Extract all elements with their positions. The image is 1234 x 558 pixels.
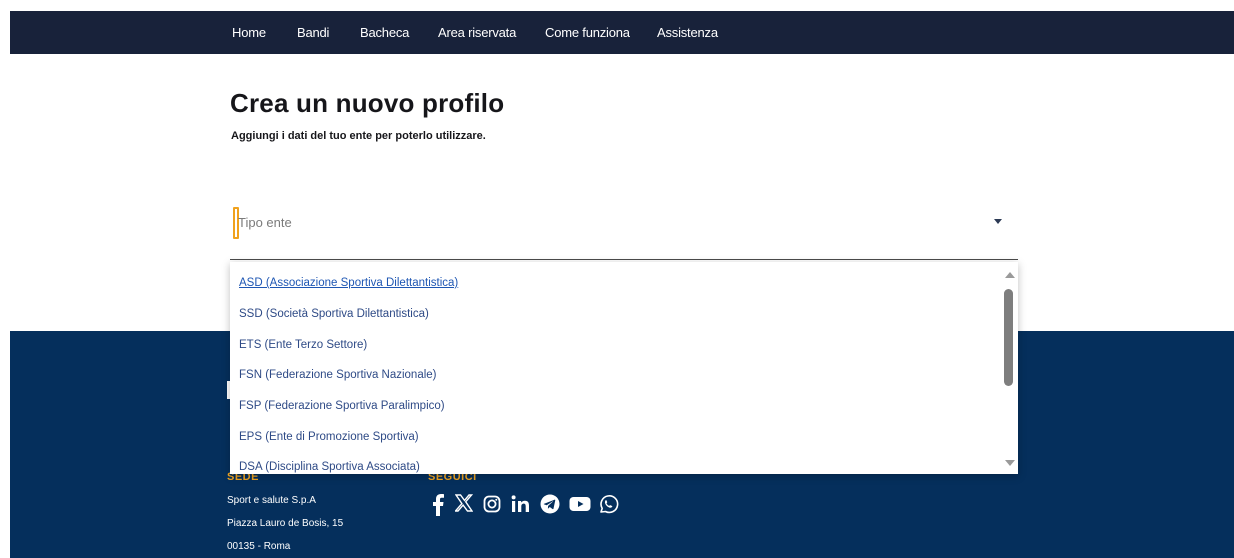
page-subtitle: Aggiungi i dati del tuo ente per poterlo…: [231, 130, 486, 142]
scroll-down-arrow-icon[interactable]: [1005, 460, 1015, 466]
tipo-ente-select[interactable]: Tipo ente: [230, 200, 1018, 260]
scrollbar-thumb[interactable]: [1004, 289, 1013, 386]
whatsapp-icon[interactable]: [598, 494, 619, 518]
x-icon[interactable]: [455, 494, 473, 518]
nav-item-home[interactable]: Home: [232, 11, 266, 54]
option-asd[interactable]: ASD (Associazione Sportiva Dilettantisti…: [239, 277, 458, 289]
option-ets[interactable]: ETS (Ente Terzo Settore): [239, 339, 367, 351]
telegram-icon[interactable]: [540, 494, 560, 518]
linkedin-icon[interactable]: [511, 494, 533, 518]
option-fsn[interactable]: FSN (Federazione Sportiva Nazionale): [239, 369, 437, 381]
nav-item-come-funziona[interactable]: Come funziona: [545, 11, 630, 54]
scroll-up-arrow-icon[interactable]: [1005, 272, 1015, 278]
nav-item-area-riservata[interactable]: Area riservata: [438, 11, 516, 54]
youtube-icon[interactable]: [569, 494, 591, 518]
nav-item-bacheca[interactable]: Bacheca: [360, 11, 409, 54]
nav-item-bandi[interactable]: Bandi: [297, 11, 329, 54]
footer-address-company: Sport e salute S.p.A: [227, 495, 316, 506]
footer-address-street: Piazza Lauro de Bosis, 15: [227, 518, 344, 529]
footer-address-city: 00135 - Roma: [227, 541, 291, 552]
option-ssd[interactable]: SSD (Società Sportiva Dilettantistica): [239, 308, 429, 320]
instagram-icon[interactable]: [483, 494, 501, 518]
tipo-ente-placeholder: Tipo ente: [238, 215, 292, 230]
nav-item-assistenza[interactable]: Assistenza: [657, 11, 718, 54]
caret-down-icon[interactable]: [994, 219, 1002, 224]
top-navigation-bar: Home Bandi Bacheca Area riservata Come f…: [10, 11, 1234, 54]
tipo-ente-dropdown-list: ASD (Associazione Sportiva Dilettantisti…: [230, 262, 1018, 474]
facebook-icon[interactable]: [432, 494, 444, 518]
page-title: Crea un nuovo profilo: [230, 88, 505, 118]
dropdown-scrollbar[interactable]: [1002, 266, 1016, 472]
option-fsp[interactable]: FSP (Federazione Sportiva Paralimpico): [239, 400, 445, 412]
option-eps[interactable]: EPS (Ente di Promozione Sportiva): [239, 431, 419, 443]
option-dsa[interactable]: DSA (Disciplina Sportiva Associata): [239, 461, 420, 473]
